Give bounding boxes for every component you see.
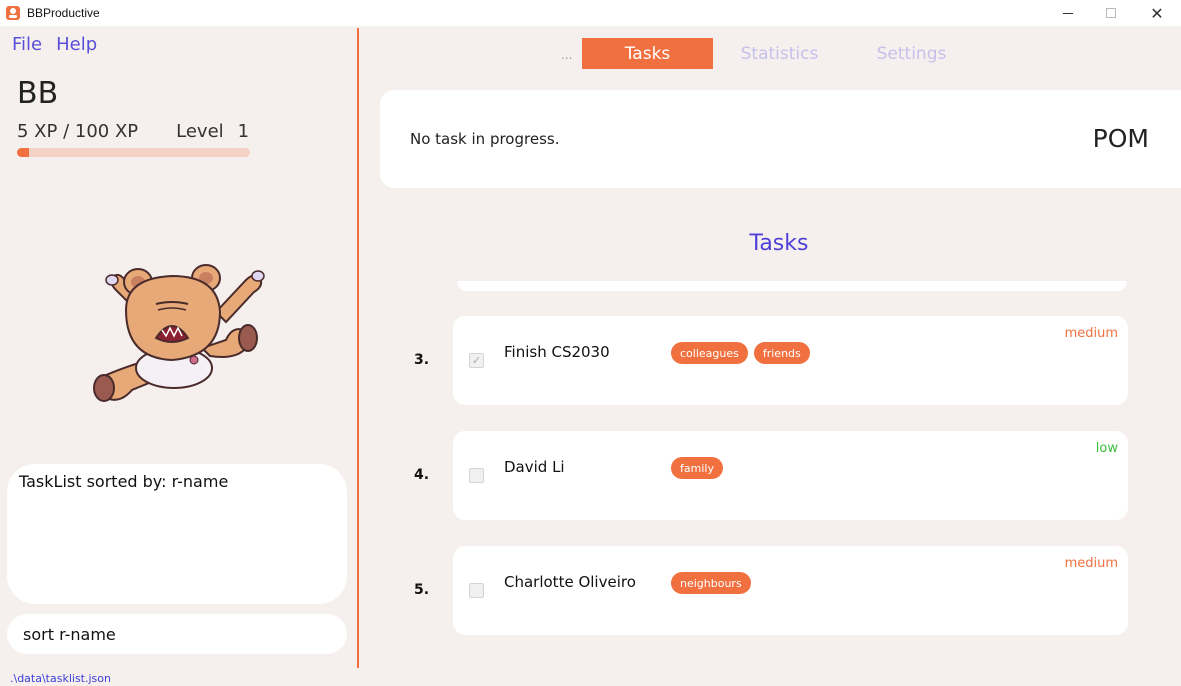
close-icon: ✕ — [1150, 3, 1164, 23]
checkbox-icon[interactable]: ✓ — [469, 353, 484, 368]
task-card[interactable]: 3. ✓ Finish CS2030 colleagues friends me… — [414, 316, 1128, 405]
task-card[interactable]: 5. Charlotte Oliveiro neighbours medium — [414, 546, 1128, 635]
left-panel: File Help BB 5 XP / 100 XP Level 1 TaskL… — [0, 26, 357, 686]
menu-bar: File Help — [12, 34, 97, 55]
tab-statistics[interactable]: Statistics — [714, 38, 845, 69]
title-bar: BBProductive ✕ — [0, 0, 1181, 26]
task-index: 3. — [414, 352, 430, 368]
level-value: 1 — [237, 121, 250, 142]
task-priority: low — [1095, 441, 1118, 456]
task-tag: colleagues — [671, 342, 748, 364]
minimize-icon — [1063, 12, 1073, 14]
checkbox-icon[interactable] — [469, 468, 484, 483]
checkbox-icon[interactable] — [469, 583, 484, 598]
xp-progress-bar — [17, 148, 250, 157]
response-box: TaskList sorted by: r-name — [7, 464, 347, 604]
xp-text: 5 XP / 100 XP — [17, 121, 139, 142]
maximize-icon — [1106, 8, 1116, 18]
maximize-button[interactable] — [1088, 0, 1134, 26]
minimize-button[interactable] — [1045, 0, 1091, 26]
task-tags: neighbours — [671, 572, 751, 594]
app-logo-icon — [6, 6, 20, 20]
command-input[interactable] — [7, 614, 347, 654]
tab-bar: ... Tasks Statistics Settings — [359, 38, 1181, 70]
task-tag: friends — [753, 342, 810, 364]
menu-file[interactable]: File — [12, 34, 42, 55]
check-mark-icon: ✓ — [471, 354, 482, 367]
pomodoro-card: No task in progress. POM — [380, 90, 1181, 188]
previous-task-card-edge — [457, 281, 1127, 291]
task-tags: colleagues friends — [671, 342, 810, 364]
right-panel: ... Tasks Statistics Settings No task in… — [359, 26, 1181, 686]
window-title: BBProductive — [27, 6, 100, 20]
bear-mascot-icon — [93, 264, 265, 402]
task-name: Charlotte Oliveiro — [504, 573, 636, 591]
tasks-heading: Tasks — [749, 231, 809, 256]
xp-info: 5 XP / 100 XP Level 1 — [17, 121, 249, 142]
tab-settings[interactable]: Settings — [846, 38, 977, 69]
tab-tasks[interactable]: Tasks — [582, 38, 713, 69]
task-tag: neighbours — [671, 572, 751, 594]
menu-help[interactable]: Help — [56, 34, 97, 55]
task-index: 5. — [414, 582, 430, 598]
pomodoro-label: POM — [1092, 124, 1149, 153]
status-file-path: .\data\tasklist.json — [10, 672, 111, 685]
task-index: 4. — [414, 467, 430, 483]
level-label: Level — [176, 121, 224, 142]
tab-overflow[interactable]: ... — [561, 48, 572, 62]
task-priority: medium — [1064, 326, 1118, 341]
close-button[interactable]: ✕ — [1134, 0, 1180, 26]
task-priority: medium — [1064, 556, 1118, 571]
task-tag: family — [671, 457, 723, 479]
user-name: BB — [17, 76, 59, 111]
task-name: David Li — [504, 458, 565, 476]
task-name: Finish CS2030 — [504, 343, 610, 361]
pomodoro-status: No task in progress. — [410, 130, 560, 148]
xp-progress-fill — [17, 148, 29, 157]
task-card[interactable]: 4. David Li family low — [414, 431, 1128, 520]
task-tags: family — [671, 457, 723, 479]
response-text: TaskList sorted by: r-name — [19, 472, 229, 491]
